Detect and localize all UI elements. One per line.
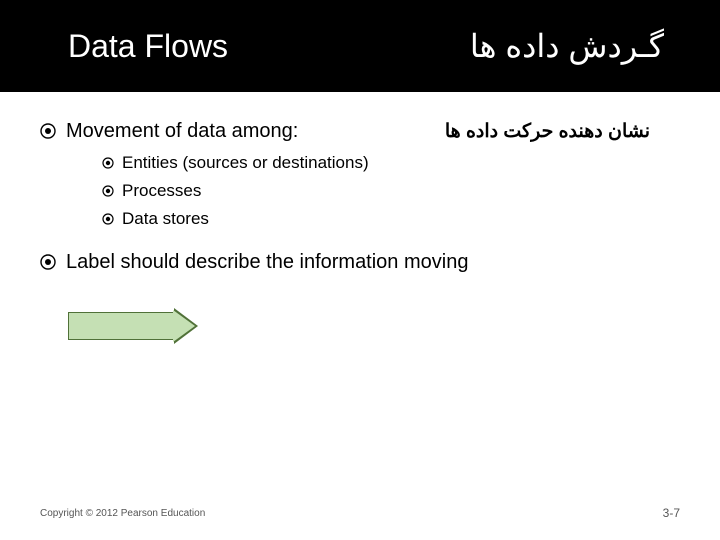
- sub-bullet-item: Processes: [102, 181, 680, 201]
- bullet-text-1-persian: نشان دهنده حرکت داده ها: [445, 120, 650, 143]
- target-bullet-icon: [102, 185, 114, 197]
- sub-bullet-text: Data stores: [122, 209, 209, 229]
- data-flow-arrow-icon: [68, 312, 198, 340]
- bullet-item-1: Movement of data among: نشان دهنده حرکت …: [40, 120, 680, 143]
- slide-content: Movement of data among: نشان دهنده حرکت …: [0, 92, 720, 274]
- target-bullet-icon: [40, 123, 56, 139]
- arrow-body: [68, 312, 174, 340]
- target-bullet-icon: [102, 213, 114, 225]
- bullet-text-2: Label should describe the information mo…: [66, 251, 468, 274]
- slide-title-persian: گـردش داده ها: [470, 27, 664, 65]
- bullet-item-2: Label should describe the information mo…: [40, 251, 680, 274]
- slide-title-english: Data Flows: [68, 28, 228, 65]
- sub-bullet-text: Processes: [122, 181, 201, 201]
- copyright-text: Copyright © 2012 Pearson Education: [40, 508, 205, 519]
- sub-bullet-list: Entities (sources or destinations) Proce…: [102, 153, 680, 229]
- slide-footer: Copyright © 2012 Pearson Education 3-7: [40, 506, 680, 520]
- sub-bullet-item: Entities (sources or destinations): [102, 153, 680, 173]
- arrow-head-fill: [173, 310, 195, 342]
- bullet-text-1-english: Movement of data among:: [66, 120, 298, 143]
- target-bullet-icon: [40, 254, 56, 270]
- target-bullet-icon: [102, 157, 114, 169]
- sub-bullet-text: Entities (sources or destinations): [122, 153, 369, 173]
- slide-header: Data Flows گـردش داده ها: [0, 0, 720, 92]
- sub-bullet-item: Data stores: [102, 209, 680, 229]
- page-number: 3-7: [663, 506, 680, 520]
